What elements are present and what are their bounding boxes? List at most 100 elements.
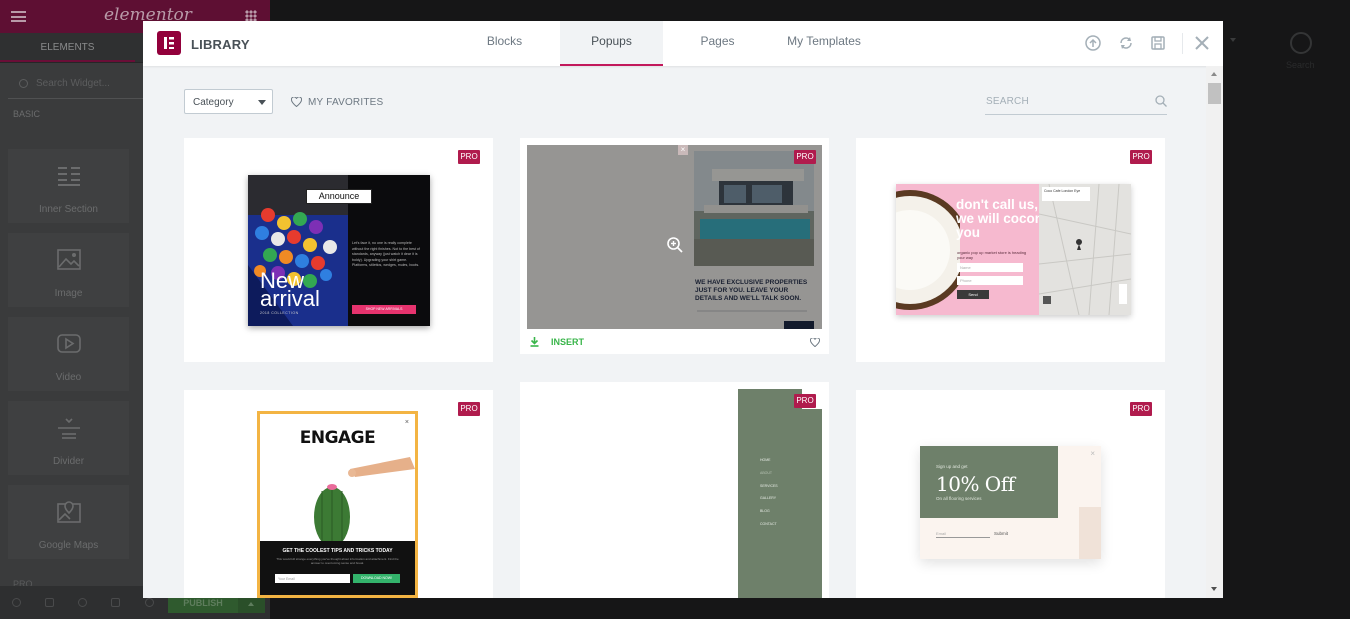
widget-label: Video <box>55 372 82 383</box>
search-icon <box>1155 95 1167 107</box>
preview-icon[interactable] <box>145 598 154 607</box>
tab-popups[interactable]: Popups <box>560 21 663 66</box>
pro-badge: PRO <box>1130 150 1152 164</box>
offer-thumbnail: × Sign up and get 10% Off On all floorin… <box>920 446 1101 559</box>
menu-item: BLOG <box>760 509 770 514</box>
template-card-coconut[interactable]: PRO don't call us, we will coconut you o… <box>856 138 1165 362</box>
offer-accent <box>1079 507 1101 559</box>
close-icon[interactable] <box>1194 35 1210 51</box>
coconut-send-button: Send <box>957 290 989 299</box>
real-estate-thumbnail: WE HAVE EXCLUSIVE PROPERTIES JUST FOR YO… <box>527 145 822 329</box>
widget-search-placeholder: Search Widget... <box>36 78 110 89</box>
widget-label: Image <box>54 288 83 299</box>
engage-band: GET THE COOLEST TIPS AND TRICKS TODAY Th… <box>260 541 415 595</box>
pro-badge: PRO <box>458 402 480 416</box>
save-icon[interactable] <box>1150 35 1166 51</box>
widget-divider[interactable]: Divider <box>8 401 129 475</box>
announce-body: Let's face it, no one is really complete… <box>352 241 420 267</box>
scroll-down-icon[interactable] <box>1211 587 1217 591</box>
engage-band-title: GET THE COOLEST TIPS AND TRICKS TODAY <box>282 548 393 554</box>
history-icon[interactable] <box>78 598 87 607</box>
library-search-placeholder: SEARCH <box>986 96 1029 107</box>
template-card-real-estate[interactable]: WE HAVE EXCLUSIVE PROPERTIES JUST FOR YO… <box>520 138 829 354</box>
coconut-thumbnail: don't call us, we will coconut you organ… <box>896 184 1131 315</box>
sync-icon[interactable] <box>1118 35 1134 51</box>
menu-thumbnail: HOME ABOUT SERVICES GALLERY BLOG CONTACT <box>738 389 822 598</box>
widget-label: Google Maps <box>38 540 99 551</box>
elementor-icon <box>157 31 181 55</box>
settings-icon[interactable] <box>12 598 21 607</box>
pro-badge: PRO <box>458 150 480 164</box>
insert-button[interactable]: INSERT <box>530 337 584 347</box>
template-card-offer[interactable]: PRO × Sign up and get 10% Off On all flo… <box>856 390 1165 598</box>
widget-image[interactable]: Image <box>8 233 129 307</box>
library-title: LIBRARY <box>191 37 250 52</box>
responsive-icon[interactable] <box>111 598 120 607</box>
category-select[interactable]: Category <box>184 89 273 114</box>
offer-headline: 10% Off <box>936 472 1015 496</box>
template-card-engage[interactable]: PRO ENGAGE × GET THE COOLEST TIPS AND TR… <box>184 390 493 598</box>
scroll-thumb[interactable] <box>1208 83 1221 104</box>
header-separator <box>1182 33 1183 54</box>
divider-icon <box>57 418 80 439</box>
coconut-sub: organic pop up market store is heading y… <box>957 250 1027 260</box>
widget-video[interactable]: Video <box>8 317 129 391</box>
pro-badge: PRO <box>794 150 816 164</box>
image-icon <box>56 249 81 270</box>
template-card-announce[interactable]: PRO Announce New arrival 2018 COLLECTION… <box>184 138 493 362</box>
engage-band-sub: This would kill strange everything you'v… <box>276 557 399 565</box>
widget-google-maps[interactable]: Google Maps <box>8 485 129 559</box>
download-icon <box>530 337 539 347</box>
coconut-image <box>896 190 960 310</box>
announce-cta: SHOP NEW ARRIVALS <box>352 305 416 314</box>
map-icon <box>56 501 81 523</box>
announce-sub: 2018 COLLECTION <box>260 311 299 315</box>
engage-email-field: Your Email <box>275 574 350 583</box>
engage-title: ENGAGE <box>299 428 376 448</box>
menu-items: HOME ABOUT SERVICES GALLERY BLOG CONTACT <box>760 454 778 531</box>
tab-elements[interactable]: ELEMENTS <box>0 33 135 62</box>
offer-kicker: Sign up and get <box>936 464 968 469</box>
import-icon[interactable] <box>1085 35 1101 51</box>
category-select-value: Category <box>193 97 234 108</box>
close-icon: × <box>404 419 409 426</box>
map-title: Coco Cafe London Eye <box>1042 187 1090 201</box>
heart-icon[interactable] <box>810 338 820 347</box>
chevron-up-icon <box>248 602 254 606</box>
offer-submit: Submit <box>994 531 1009 536</box>
card-footer: INSERT <box>520 329 829 354</box>
inner-section-icon <box>57 167 80 186</box>
menu-item: CONTACT <box>760 521 777 526</box>
close-icon: × <box>1090 449 1095 458</box>
zoom-preview-icon[interactable] <box>667 237 683 253</box>
scroll-up-icon[interactable] <box>1211 72 1217 76</box>
menu-item: GALLERY <box>760 496 777 501</box>
template-card-menu[interactable]: HOME ABOUT SERVICES GALLERY BLOG CONTACT… <box>520 382 829 598</box>
tab-pages[interactable]: Pages <box>670 21 765 66</box>
modal-scrollbar[interactable] <box>1206 66 1223 598</box>
coconut-name-field: Name <box>957 263 1023 272</box>
library-search-input[interactable]: SEARCH <box>985 92 1167 115</box>
menu-item: SERVICES <box>760 483 778 488</box>
caret-down-icon <box>258 100 266 105</box>
menu-item: HOME <box>760 458 771 462</box>
layers-icon[interactable] <box>45 598 54 607</box>
tab-blocks[interactable]: Blocks <box>460 21 549 66</box>
preview-search-icon <box>1290 32 1312 54</box>
engage-thumbnail: ENGAGE × GET THE COOLEST TIPS AND TRICKS… <box>257 411 418 598</box>
tab-my-templates[interactable]: My Templates <box>771 21 877 66</box>
widget-inner-section[interactable]: Inner Section <box>8 149 129 223</box>
modal-header: LIBRARY Blocks Popups Pages My Templates <box>143 21 1223 66</box>
menu-icon[interactable] <box>11 11 26 22</box>
pro-badge: PRO <box>794 394 816 408</box>
announce-thumbnail: Announce New arrival 2018 COLLECTION Let… <box>248 175 430 326</box>
engage-cta: DOWNLOAD NOW! <box>353 574 400 583</box>
my-favorites-filter[interactable]: MY FAVORITES <box>291 96 383 108</box>
announce-headline-2: arrival <box>260 286 320 311</box>
chevron-down-icon <box>1230 38 1236 42</box>
coconut-map: Coco Cafe London Eye <box>1039 184 1131 315</box>
template-library-modal: LIBRARY Blocks Popups Pages My Templates… <box>143 21 1223 598</box>
search-icon <box>19 79 28 88</box>
menu-item: ABOUT <box>760 470 773 475</box>
widget-label: Divider <box>52 456 85 467</box>
